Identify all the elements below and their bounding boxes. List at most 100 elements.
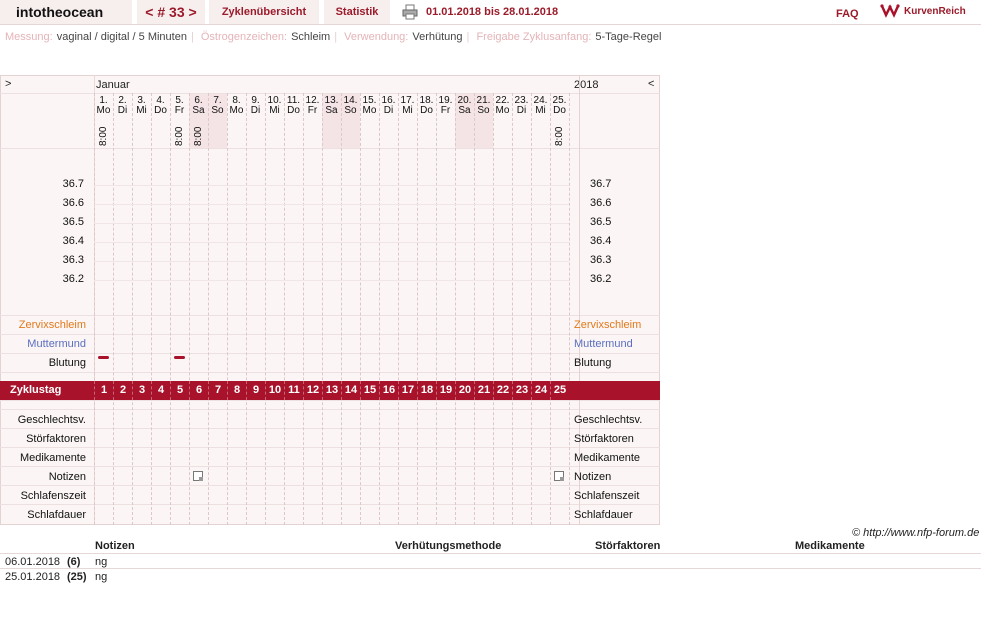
- note-icon[interactable]: [554, 471, 564, 481]
- day-grid-line: [227, 93, 228, 525]
- date-range: 01.01.2018 bis 28.01.2018: [426, 6, 559, 18]
- grid-line: [0, 353, 660, 354]
- cycle-day-number[interactable]: 15: [360, 381, 379, 400]
- day-header[interactable]: 16. Di: [379, 96, 398, 116]
- cycle-day-number[interactable]: 18: [417, 381, 436, 400]
- release-value: 5-Tage-Regel: [595, 31, 662, 43]
- weekday: Mo: [495, 105, 510, 116]
- cycle-day-number[interactable]: 2: [113, 381, 132, 400]
- cycle-day-number[interactable]: 13: [322, 381, 341, 400]
- day-header[interactable]: 15. Mo: [360, 96, 379, 116]
- day-header[interactable]: 19. Fr: [436, 96, 455, 116]
- tab-statistics[interactable]: Statistik: [324, 0, 390, 24]
- day-header[interactable]: 23. Di: [512, 96, 531, 116]
- cycle-day-number[interactable]: 3: [132, 381, 151, 400]
- day-header[interactable]: 6. Sa: [189, 96, 208, 116]
- weekday: Mi: [269, 105, 280, 116]
- weekday: Mo: [96, 105, 111, 116]
- day-header[interactable]: 18. Do: [417, 96, 436, 116]
- bleeding-mark[interactable]: [174, 356, 185, 359]
- note-icon[interactable]: [193, 471, 203, 481]
- day-header[interactable]: 1. Mo: [94, 96, 113, 116]
- day-grid-line: [113, 93, 114, 525]
- day-header[interactable]: 12. Fr: [303, 96, 322, 116]
- cycle-day-number[interactable]: 22: [493, 381, 512, 400]
- cycle-day-number[interactable]: 14: [341, 381, 360, 400]
- day-header[interactable]: 10. Mi: [265, 96, 284, 116]
- day-header[interactable]: 22. Mo: [493, 96, 512, 116]
- day-grid-line: [341, 93, 342, 525]
- cycle-day-number[interactable]: 9: [246, 381, 265, 400]
- top-navigation: intotheocean < # 33 > Zyklenübersicht St…: [0, 0, 981, 24]
- day-header[interactable]: 3. Mi: [132, 96, 151, 116]
- cycle-navigator[interactable]: < # 33 >: [137, 0, 205, 24]
- year-label: 2018: [574, 79, 599, 91]
- day-header[interactable]: 4. Do: [151, 96, 170, 116]
- day-grid-line: [436, 93, 437, 525]
- kurvenreich-logo[interactable]: KurvenReich: [880, 2, 981, 20]
- day-header[interactable]: 2. Di: [113, 96, 132, 116]
- printer-icon[interactable]: [402, 4, 418, 20]
- grid-line: [0, 400, 660, 401]
- row-label-right: Notizen: [574, 471, 612, 483]
- row-label: Zervixschleim: [18, 319, 86, 331]
- cycle-day-number[interactable]: 21: [474, 381, 493, 400]
- cycle-day-number[interactable]: 24: [531, 381, 550, 400]
- row-note: ng: [95, 556, 108, 568]
- cycle-day-number[interactable]: 5: [170, 381, 189, 400]
- bleeding-mark[interactable]: [98, 356, 109, 359]
- cycle-day-number[interactable]: 19: [436, 381, 455, 400]
- cycle-day-number[interactable]: 17: [398, 381, 417, 400]
- row-label: Geschlechtsv.: [17, 414, 86, 426]
- day-grid-line: [170, 93, 171, 525]
- estrogen-label: Östrogenzeichen:: [200, 31, 288, 43]
- day-header[interactable]: 11. Do: [284, 96, 303, 116]
- cycle-day-number[interactable]: 8: [227, 381, 246, 400]
- day-header[interactable]: 20. Sa: [455, 96, 474, 116]
- measure-time: 8:00: [174, 126, 185, 146]
- day-header[interactable]: 24. Mi: [531, 96, 550, 116]
- weekday: Fr: [440, 105, 451, 116]
- day-header[interactable]: 5. Fr: [170, 96, 189, 116]
- measure-time: 8:00: [554, 126, 565, 146]
- cycle-day-number[interactable]: 16: [379, 381, 398, 400]
- temperature-label-right: 36.2: [590, 273, 612, 285]
- faq-link[interactable]: FAQ: [836, 8, 859, 20]
- day-header[interactable]: 8. Mo: [227, 96, 246, 116]
- tab-cycle-overview[interactable]: Zyklenübersicht: [209, 0, 319, 24]
- day-header[interactable]: 14. So: [341, 96, 360, 116]
- crown-icon: [880, 4, 900, 18]
- day-grid-line: [360, 93, 361, 525]
- nav-left-button[interactable]: >: [5, 78, 11, 90]
- temperature-label-right: 36.7: [590, 178, 612, 190]
- weekday: Sa: [192, 105, 205, 116]
- grid-line: [0, 372, 660, 373]
- cycle-day-number[interactable]: 23: [512, 381, 531, 400]
- username-tab[interactable]: intotheocean: [0, 0, 132, 24]
- day-header[interactable]: 17. Mi: [398, 96, 417, 116]
- cycle-day-number[interactable]: 11: [284, 381, 303, 400]
- row-label-right: Schlafenszeit: [574, 490, 640, 502]
- day-header[interactable]: 25. Do: [550, 96, 569, 116]
- cycle-day-number[interactable]: 20: [455, 381, 474, 400]
- day-grid-line: [189, 93, 190, 525]
- temperature-gridline: [94, 204, 569, 205]
- day-header[interactable]: 7. So: [208, 96, 227, 116]
- day-header[interactable]: 9. Di: [246, 96, 265, 116]
- day-header[interactable]: 21. So: [474, 96, 493, 116]
- day-header[interactable]: 13. Sa: [322, 96, 341, 116]
- cycle-day-number[interactable]: 1: [94, 381, 113, 400]
- cycle-day-number[interactable]: 10: [265, 381, 284, 400]
- cycle-day-number[interactable]: 4: [151, 381, 170, 400]
- cycle-day-number[interactable]: 25: [550, 381, 569, 400]
- weekday: Mi: [136, 105, 147, 116]
- cycle-day-number[interactable]: 7: [208, 381, 227, 400]
- day-grid-line: [531, 93, 532, 525]
- day-grid-line: [550, 93, 551, 525]
- nav-right-button[interactable]: <: [648, 78, 654, 90]
- cycle-day-number[interactable]: 6: [189, 381, 208, 400]
- day-grid-line: [322, 93, 323, 525]
- cycle-day-number[interactable]: 12: [303, 381, 322, 400]
- temperature-label: 36.5: [62, 216, 84, 228]
- grid-line: [0, 428, 660, 429]
